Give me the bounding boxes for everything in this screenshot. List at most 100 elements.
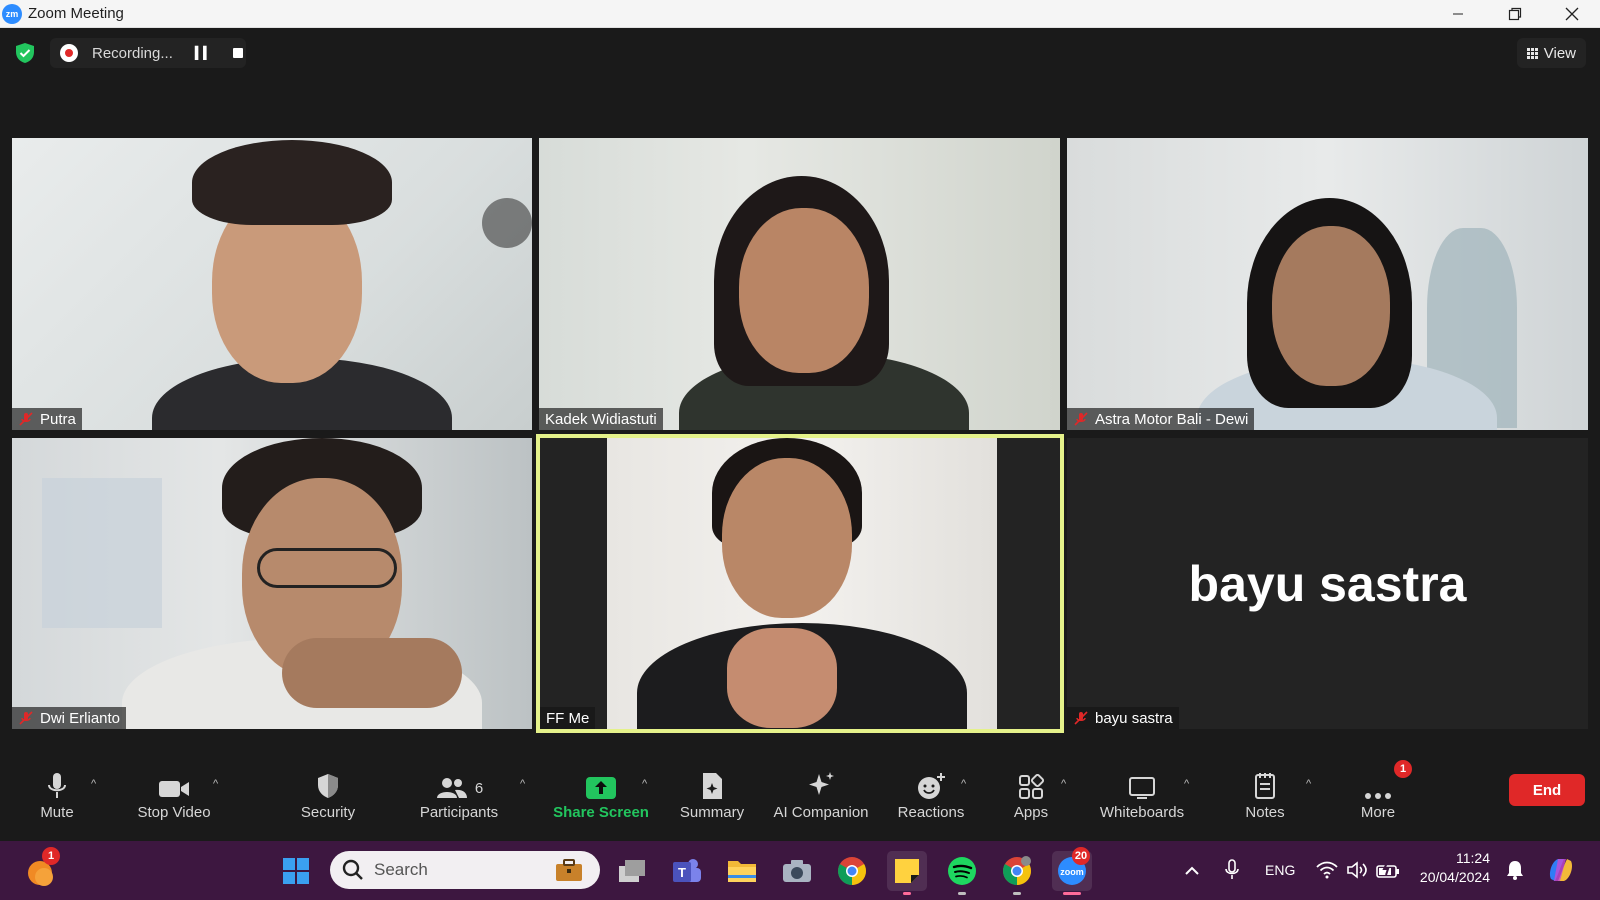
svg-text:T: T xyxy=(678,865,686,880)
weather-widget[interactable]: 1 xyxy=(20,847,60,891)
window-title: Zoom Meeting xyxy=(28,5,124,22)
notes-icon xyxy=(1255,773,1275,799)
mic-muted-icon xyxy=(1074,412,1088,426)
teams-app[interactable]: T xyxy=(667,851,707,891)
more-button[interactable]: More xyxy=(1358,760,1398,841)
close-icon xyxy=(1565,7,1578,21)
reactions-button[interactable]: Reactions xyxy=(896,760,966,841)
mic-muted-icon xyxy=(19,412,33,426)
whiteboards-button[interactable]: Whiteboards xyxy=(1097,760,1187,841)
file-explorer-app[interactable] xyxy=(722,851,762,891)
reactions-options-chevron-up-icon[interactable]: ^ xyxy=(961,778,966,790)
restore-icon xyxy=(1508,7,1521,21)
sticky-notes-icon xyxy=(895,859,919,883)
notification-bell-icon[interactable] xyxy=(1506,860,1524,880)
chrome-profile-app[interactable] xyxy=(997,851,1037,895)
wifi-icon[interactable] xyxy=(1316,861,1338,879)
view-label: View xyxy=(1543,44,1576,62)
camera-icon xyxy=(783,860,811,882)
sticky-notes-app[interactable] xyxy=(887,851,927,895)
ai-sparkle-icon xyxy=(809,772,834,795)
ai-companion-button[interactable]: AI Companion xyxy=(770,760,872,841)
security-shield-icon xyxy=(318,774,338,798)
microphone-tray-icon[interactable] xyxy=(1224,859,1240,881)
participants-button[interactable]: 6 Participants xyxy=(412,760,506,841)
participant-name-label: bayu sastra xyxy=(1067,707,1179,729)
participant-video xyxy=(12,138,532,430)
record-dot-icon xyxy=(60,44,78,62)
participant-video xyxy=(607,438,997,729)
participant-name-label: Putra xyxy=(12,408,82,430)
microphone-icon xyxy=(48,773,66,798)
summary-button[interactable]: Summary xyxy=(678,760,746,841)
stop-recording-icon[interactable] xyxy=(233,48,244,58)
video-tile[interactable]: Putra xyxy=(12,138,532,430)
zoom-logo-icon: zm xyxy=(2,3,22,24)
search-placeholder: Search xyxy=(374,860,428,879)
share-screen-button[interactable]: Share Screen xyxy=(553,760,649,841)
security-button[interactable]: Security xyxy=(295,760,361,841)
task-view-button[interactable] xyxy=(612,851,652,891)
zoom-taskbar-app[interactable]: zoom 20 xyxy=(1052,847,1092,895)
pause-recording-icon[interactable]: ▍▍ xyxy=(195,46,212,60)
chrome-app[interactable] xyxy=(832,851,872,891)
reactions-emoji-icon xyxy=(918,773,945,799)
minimize-icon xyxy=(1452,13,1463,15)
video-options-chevron-up-icon[interactable]: ^ xyxy=(213,778,218,790)
audio-options-chevron-up-icon[interactable]: ^ xyxy=(91,778,96,790)
participant-name-label: Dwi Erlianto xyxy=(12,707,127,729)
video-tile[interactable]: Kadek Widiastuti xyxy=(539,138,1060,430)
more-notification-badge: 1 xyxy=(1394,760,1412,778)
video-tile[interactable]: bayu sastra bayu sastra xyxy=(1067,438,1588,729)
title-bar: zm Zoom Meeting xyxy=(0,0,1600,28)
close-button[interactable] xyxy=(1543,0,1600,28)
participants-count: 6 xyxy=(474,780,484,797)
spotify-app[interactable] xyxy=(942,851,982,895)
mic-muted-icon xyxy=(1074,711,1088,725)
participants-icon xyxy=(436,778,467,798)
video-tile[interactable]: Dwi Erlianto xyxy=(12,438,532,729)
start-button[interactable] xyxy=(276,851,316,891)
input-language[interactable]: ENG xyxy=(1265,862,1295,878)
taskbar-search[interactable]: Search xyxy=(330,851,600,889)
video-tile[interactable]: Astra Motor Bali - Dewi xyxy=(1067,138,1588,430)
meeting-top-bar: Recording... ▍▍ View xyxy=(0,28,1600,136)
briefcase-icon xyxy=(556,859,582,881)
svg-text:zoom: zoom xyxy=(1060,867,1084,877)
participants-options-chevron-up-icon[interactable]: ^ xyxy=(520,778,525,790)
camera-app[interactable] xyxy=(777,851,817,891)
clock[interactable]: 11:24 20/04/2024 xyxy=(1412,850,1490,885)
battery-icon[interactable] xyxy=(1376,861,1400,879)
whiteboard-icon xyxy=(1129,777,1155,799)
apps-options-chevron-up-icon[interactable]: ^ xyxy=(1061,778,1066,790)
windows-logo-icon xyxy=(283,858,309,884)
video-tile-active-speaker[interactable]: FF Me xyxy=(536,434,1064,733)
weather-notification-badge: 1 xyxy=(42,847,60,865)
video-camera-icon xyxy=(159,781,189,797)
minimize-button[interactable] xyxy=(1429,0,1486,28)
end-meeting-button[interactable]: End xyxy=(1509,774,1585,806)
encryption-shield-icon[interactable] xyxy=(14,42,36,64)
clock-time: 11:24 xyxy=(1456,850,1490,866)
share-options-chevron-up-icon[interactable]: ^ xyxy=(642,778,647,790)
whiteboards-options-chevron-up-icon[interactable]: ^ xyxy=(1184,778,1189,790)
mic-muted-icon xyxy=(19,711,33,725)
chrome-profile-icon xyxy=(1003,856,1031,885)
volume-icon[interactable] xyxy=(1346,861,1368,879)
chrome-icon xyxy=(838,857,866,885)
task-view-icon xyxy=(619,860,645,882)
apps-button[interactable]: Apps xyxy=(1010,760,1052,841)
show-hidden-icons-chevron-up-icon[interactable] xyxy=(1184,866,1200,876)
grid-view-icon xyxy=(1526,47,1538,59)
summary-document-icon xyxy=(703,773,722,799)
window-controls xyxy=(1429,0,1600,28)
folder-icon xyxy=(728,861,756,882)
mute-button[interactable]: Mute xyxy=(34,760,80,841)
notes-options-chevron-up-icon[interactable]: ^ xyxy=(1306,778,1311,790)
copilot-icon[interactable] xyxy=(1546,855,1576,885)
stop-video-button[interactable]: Stop Video xyxy=(130,760,218,841)
restore-button[interactable] xyxy=(1486,0,1543,28)
view-button[interactable]: View xyxy=(1516,38,1586,68)
notes-button[interactable]: Notes xyxy=(1243,760,1287,841)
teams-icon: T xyxy=(673,859,701,882)
